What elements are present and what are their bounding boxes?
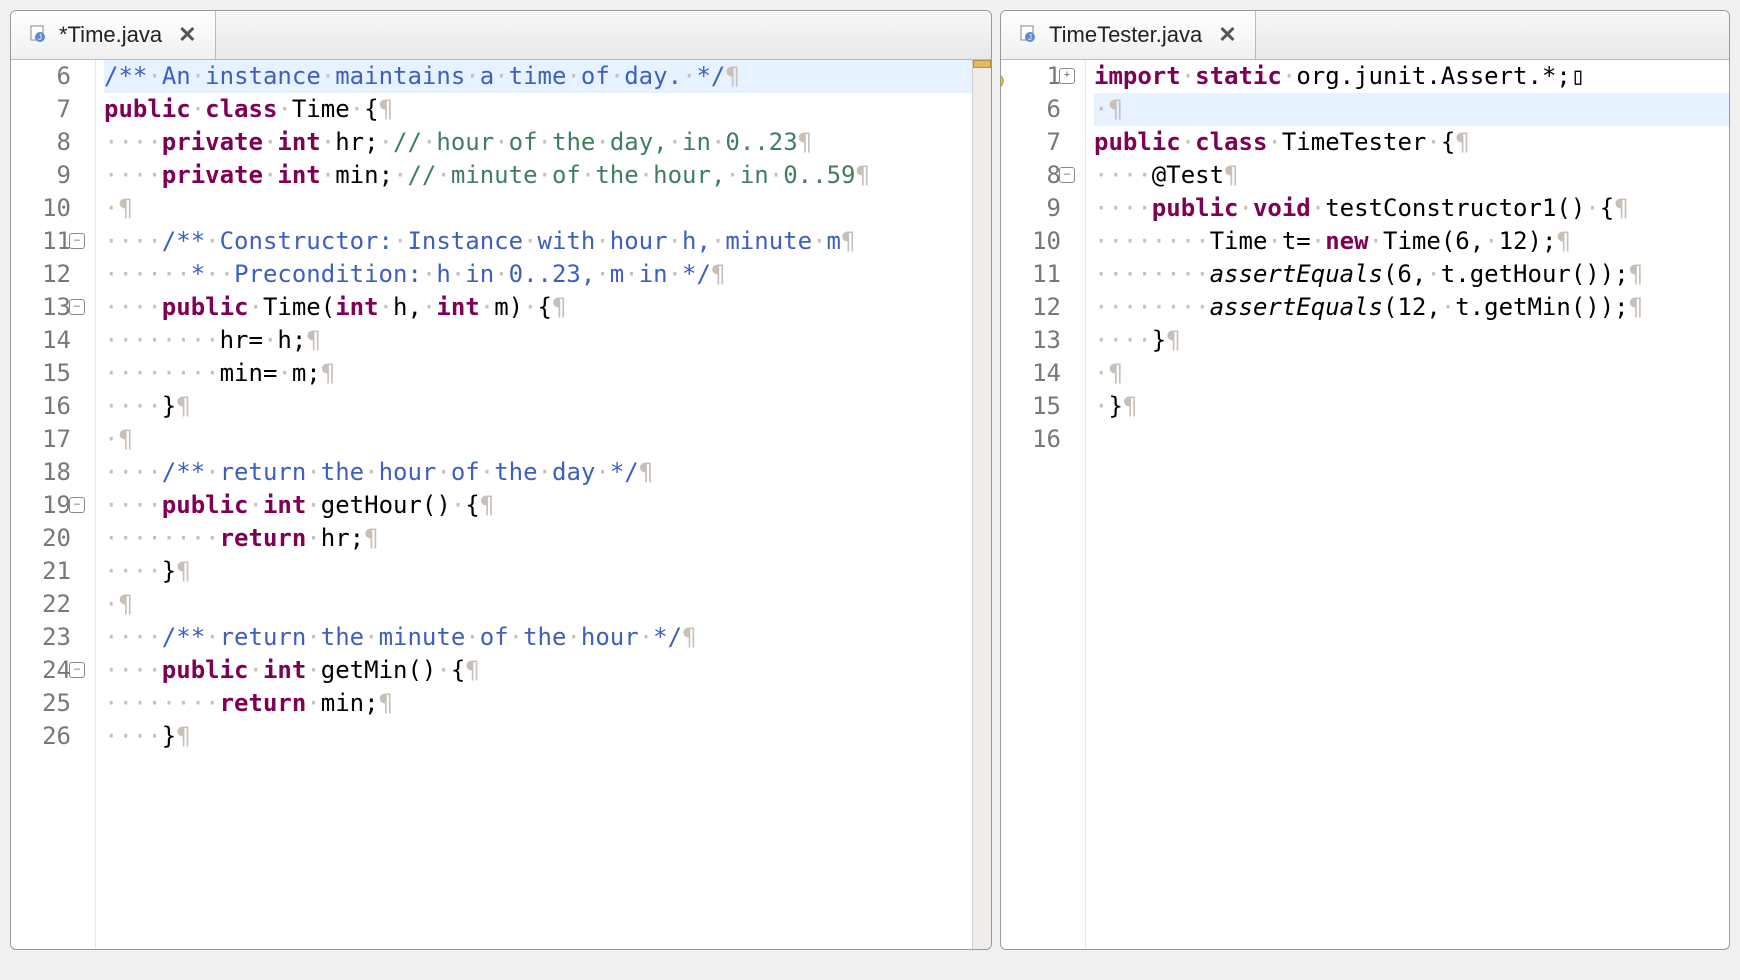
fold-toggle-icon[interactable]: – [69, 233, 85, 249]
close-icon[interactable]: ✕ [1218, 22, 1236, 48]
right-code-area[interactable]: 1+678–910111213141516 import·static·org.… [1001, 60, 1729, 949]
tab-timetester-java[interactable]: J TimeTester.java ✕ [1001, 11, 1256, 59]
fold-toggle-icon[interactable]: – [1059, 167, 1075, 183]
tab-time-java[interactable]: J *Time.java ✕ [11, 11, 216, 59]
fold-toggle-icon[interactable]: – [69, 662, 85, 678]
fold-expand-icon[interactable]: + [1059, 68, 1075, 84]
overview-ruler[interactable] [972, 60, 991, 949]
right-code[interactable]: import·static·org.junit.Assert.*;▯·¶publ… [1086, 60, 1729, 949]
left-code-area[interactable]: 67891011–1213–141516171819–2021222324–25… [11, 60, 991, 949]
left-code[interactable]: /**·An·instance·maintains·a·time·of·day.… [96, 60, 991, 949]
ruler-warning-mark[interactable] [973, 60, 991, 68]
warning-icon[interactable] [1001, 66, 1005, 84]
fold-toggle-icon[interactable]: – [69, 299, 85, 315]
fold-toggle-icon[interactable]: – [69, 497, 85, 513]
tab-title: TimeTester.java [1049, 22, 1202, 48]
svg-text:J: J [1028, 33, 1032, 42]
svg-text:J: J [38, 33, 42, 42]
left-tabbar: J *Time.java ✕ [11, 11, 991, 60]
close-icon[interactable]: ✕ [178, 22, 196, 48]
right-tabbar: J TimeTester.java ✕ [1001, 11, 1729, 60]
workspace: J *Time.java ✕ 67891011–1213–14151617181… [0, 0, 1740, 960]
right-fold-column [1067, 60, 1086, 949]
tab-title: *Time.java [59, 22, 162, 48]
right-editor: J TimeTester.java ✕ 1+678–91011121314151… [1000, 10, 1730, 950]
java-file-icon: J [1019, 22, 1039, 48]
left-editor: J *Time.java ✕ 67891011–1213–14151617181… [10, 10, 992, 950]
java-file-icon: J [29, 22, 49, 48]
left-line-numbers: 67891011–1213–141516171819–2021222324–25… [11, 60, 77, 949]
right-line-numbers: 1+678–910111213141516 [1001, 60, 1067, 949]
